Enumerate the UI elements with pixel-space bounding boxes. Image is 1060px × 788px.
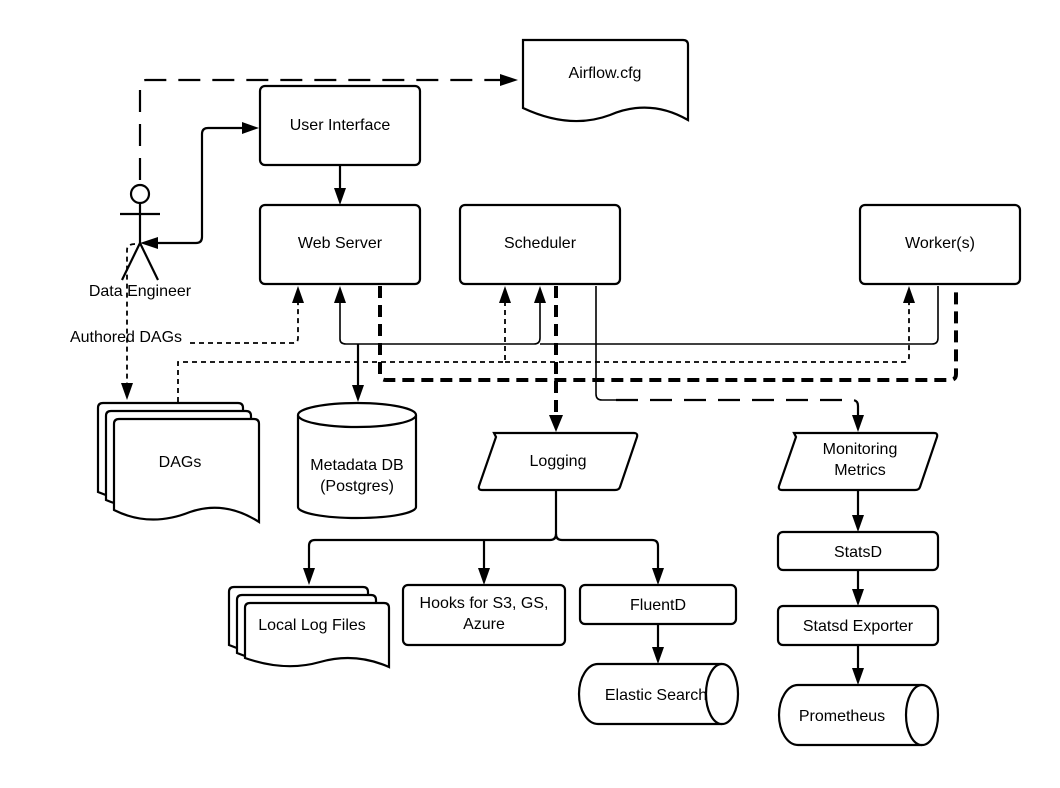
arrowhead — [500, 74, 518, 86]
arrowhead — [292, 286, 304, 303]
actor-label: Data Engineer — [89, 283, 192, 300]
arrowhead — [852, 589, 864, 606]
arrowhead — [121, 383, 133, 400]
hooks-label-1: Hooks for S3, GS, — [420, 595, 549, 612]
architecture-diagram: Airflow.cfg User Interface Web Server Sc… — [70, 38, 1022, 747]
arrowhead — [478, 568, 490, 585]
monitoring-label-2: Metrics — [834, 462, 886, 479]
arrowhead — [352, 385, 364, 402]
metadata-db-label-2: (Postgres) — [320, 478, 394, 495]
edge-dags-to-workers — [505, 303, 910, 363]
node-logging[interactable]: Logging — [477, 431, 639, 492]
edge-scheduler-to-monitoring-dash — [616, 398, 860, 415]
node-monitoring-metrics[interactable]: Monitoring Metrics — [777, 431, 939, 492]
node-hooks[interactable]: Hooks for S3, GS, Azure — [401, 583, 567, 647]
node-airflow-cfg[interactable]: Airflow.cfg — [521, 38, 690, 123]
dags-label: DAGs — [159, 454, 202, 471]
edge-dags-to-scheduler-workers — [177, 303, 506, 402]
airflow-cfg-label: Airflow.cfg — [569, 65, 642, 82]
web-server-label: Web Server — [298, 235, 383, 252]
node-prometheus[interactable]: Prometheus — [777, 683, 940, 747]
monitoring-label-1: Monitoring — [823, 441, 898, 458]
node-dags[interactable]: DAGs — [96, 401, 261, 525]
node-workers[interactable]: Worker(s) — [858, 203, 1022, 286]
edge-engineer-ui — [158, 126, 242, 245]
edge-label-authored-dags: Authored DAGs — [70, 329, 182, 346]
edge-logging-to-fluentd — [554, 533, 660, 568]
edge-scheduler-to-monitoring — [595, 286, 616, 401]
hooks-label-2: Azure — [463, 616, 505, 633]
metadata-db-label-1: Metadata DB — [310, 457, 403, 474]
statsd-exporter-label: Statsd Exporter — [803, 618, 914, 635]
node-statsd[interactable]: StatsD — [776, 530, 940, 572]
node-scheduler[interactable]: Scheduler — [458, 203, 622, 286]
arrowhead — [334, 286, 346, 303]
node-metadata-db[interactable]: Metadata DB (Postgres) — [296, 401, 418, 520]
arrowhead — [652, 647, 664, 664]
node-statsd-exporter[interactable]: Statsd Exporter — [776, 604, 940, 647]
node-elastic-search[interactable]: Elastic Search — [577, 662, 740, 726]
arrowhead — [652, 568, 664, 585]
arrowhead — [303, 568, 315, 585]
actor-head-icon — [129, 183, 151, 205]
arrowhead — [534, 286, 546, 303]
arrowhead — [852, 515, 864, 532]
edge-logging-bus — [378, 286, 958, 382]
workers-label: Worker(s) — [905, 235, 975, 252]
node-web-server[interactable]: Web Server — [258, 203, 422, 286]
arrowhead — [852, 668, 864, 685]
arrowhead — [499, 286, 511, 303]
edge-workers-to-db — [540, 286, 939, 345]
prometheus-label: Prometheus — [799, 708, 885, 725]
arrowhead — [903, 286, 915, 303]
local-log-files-label: Local Log Files — [258, 617, 366, 634]
elastic-search-label: Elastic Search — [605, 687, 707, 704]
edge-db-bus — [339, 303, 541, 345]
scheduler-label: Scheduler — [504, 235, 577, 252]
node-local-log-files[interactable]: Local Log Files — [227, 585, 391, 669]
user-interface-label: User Interface — [290, 117, 391, 134]
node-fluentd[interactable]: FluentD — [578, 583, 738, 626]
node-user-interface[interactable]: User Interface — [258, 84, 422, 167]
arrowhead — [334, 188, 346, 205]
arrowhead — [242, 122, 259, 134]
fluentd-label: FluentD — [630, 597, 686, 614]
arrowhead — [852, 415, 864, 432]
edge-dags-to-webserver — [190, 303, 299, 344]
arrowhead — [549, 415, 563, 432]
logging-label: Logging — [530, 453, 587, 470]
statsd-label: StatsD — [834, 544, 882, 561]
